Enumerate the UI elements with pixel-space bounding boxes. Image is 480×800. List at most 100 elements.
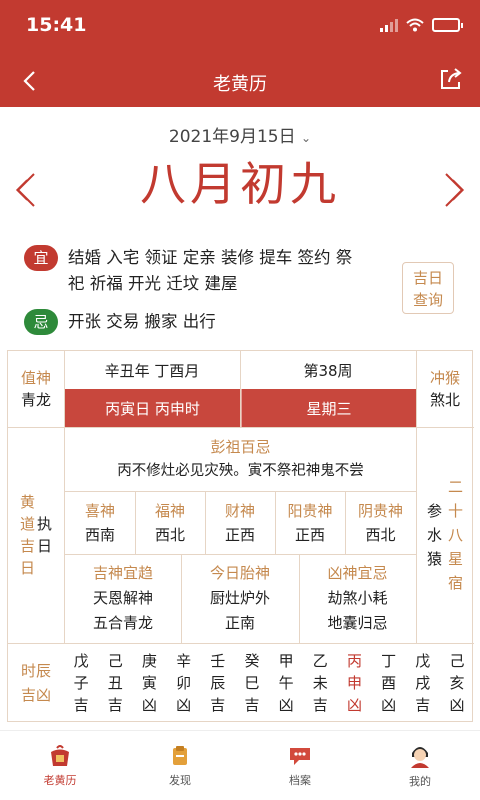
zhi-ri-label: 执日 [37,515,53,555]
hour-top: 丙 [346,652,362,670]
tab-discover-label: 发现 [169,773,191,787]
shichen-label: 时辰 吉凶 [20,662,51,704]
hour-bot: 吉 [73,696,89,714]
cellular-signal-icon [380,18,398,32]
duty-god-cell: 值神 青龙 [8,351,64,427]
hour-bot: 吉 [210,696,226,714]
hour-mid: 申 [346,674,362,692]
hour-bot: 吉 [244,696,260,714]
yi-badge: 宜 [24,245,58,271]
pengzu-text: 丙不修灶必见灾殃。寅不祭祀神鬼不尝 [117,463,364,479]
suitable-activities: 宜 结婚 入宅 领证 定亲 装修 提车 签约 祭 祀 祈福 开光 迁坟 建屋 [24,245,394,297]
taishen-cell: 今日胎神 厨灶炉外 正南 [209,564,270,632]
hour-list: 戊子吉己丑吉庚寅凶辛卯凶壬辰吉癸巳吉甲午凶乙未吉丙申凶丁酉凶戊戌吉己亥凶 [64,643,474,723]
page-title: 老黄历 [213,74,267,95]
hour-mid: 巳 [244,674,260,692]
battery-icon [432,18,463,32]
hour-top: 庚 [141,652,157,670]
share-button[interactable] [438,66,468,96]
jiri-label-2: 查询 [412,291,443,309]
sha-direction: 煞北 [429,391,460,409]
duty-god-label: 值神 [20,369,51,387]
mansion-label: 二十八星宿 [448,478,464,592]
weekday: 星期三 [241,389,416,427]
hour-column: 戊戌吉 [406,643,440,723]
discover-icon [173,745,187,765]
chevron-down-icon: ⌄ [301,131,312,145]
hour-column: 丁酉凶 [372,643,406,723]
day-hour-ganzhi: 丙寅日 丙申时 [65,389,240,427]
clash-cell: 冲猴 煞北 [416,351,474,427]
hour-mid: 辰 [210,674,226,692]
clash-label: 冲猴 [429,369,460,387]
hour-column: 乙未吉 [303,643,337,723]
hour-top: 戊 [415,652,431,670]
hour-bot: 吉 [415,696,431,714]
hour-mid: 子 [73,674,89,692]
hour-top: 丁 [381,652,397,670]
hour-bot: 凶 [141,696,157,714]
hour-column: 甲午凶 [269,643,303,723]
avoid-activities: 忌 开张 交易 搬家 出行 [24,309,394,335]
pengzu-cell: 彭祖百忌 丙不修灶必见灾殃。寅不祭祀神鬼不尝 [65,427,416,491]
hour-column: 癸巳吉 [235,643,269,723]
hour-column: 庚寅凶 [132,643,166,723]
profile-icon [411,746,429,768]
hour-column: 丙申凶 [337,643,371,723]
hour-column: 戊子吉 [64,643,98,723]
tab-almanac[interactable]: 老黄历 [0,731,120,800]
hour-mid: 酉 [381,674,397,692]
god-fushen: 福神 西北 [154,501,185,544]
hour-column: 辛卯凶 [167,643,201,723]
yi-line-2: 祀 祈福 开光 迁坟 建屋 [68,274,238,293]
hour-bot: 吉 [107,696,123,714]
tab-profile[interactable]: 我的 [360,731,480,800]
hour-bot: 凶 [449,696,465,714]
hour-top: 癸 [244,652,260,670]
god-caishen: 财神 正西 [224,501,255,544]
lunar-date: 八月初九 [140,157,340,211]
solar-date-selector[interactable]: 2021年9月15日 ⌄ [0,122,480,147]
status-icons [380,18,463,32]
tab-archive-label: 档案 [289,773,311,787]
auspicious-day-query-button[interactable]: 吉日 查询 [402,262,454,314]
hour-top: 己 [107,652,123,670]
jiri-label-1: 吉日 [412,269,443,287]
hour-bot: 凶 [278,696,294,714]
hour-column: 己亥凶 [440,643,474,723]
tab-archive[interactable]: 档案 [240,731,360,800]
hour-top: 己 [449,652,465,670]
hour-top: 辛 [176,652,192,670]
god-yingui: 阴贵神 西北 [357,501,403,544]
hour-mid: 卯 [176,674,192,692]
hour-top: 乙 [312,652,328,670]
pengzu-title: 彭祖百忌 [210,438,271,456]
archive-icon [290,747,310,765]
hour-column: 壬辰吉 [201,643,235,723]
next-day-arrow-icon[interactable] [442,170,468,210]
week-number: 第38周 [303,361,353,380]
xiongshen-cell: 凶神宜忌 劫煞小耗 地囊归忌 [327,564,388,632]
hour-bot: 凶 [346,696,362,714]
huangdao-label: 黄道吉日 [19,493,35,577]
mansion-name: 参水猿 [426,502,442,568]
hour-bot: 凶 [381,696,397,714]
tab-bar: 老黄历 发现 档案 我的 [0,730,480,800]
hour-mid: 未 [312,674,328,692]
yi-line-1: 结婚 入宅 领证 定亲 装修 提车 签约 祭 [68,248,353,267]
tab-almanac-label: 老黄历 [43,773,77,787]
god-yanggui: 阳贵神 正西 [287,501,333,544]
hour-top: 壬 [210,652,226,670]
status-time: 15:41 [26,14,87,36]
hour-bot: 吉 [312,696,328,714]
hour-top: 甲 [278,652,294,670]
ji-text: 开张 交易 搬家 出行 [68,312,216,331]
hour-mid: 午 [278,674,294,692]
year-month-ganzhi: 辛丑年 丁酉月 [104,361,200,380]
lunar-mansion-cell: 参水猿 二十八星宿 [416,427,474,643]
hour-mid: 寅 [141,674,157,692]
hour-bot: 凶 [176,696,192,714]
tab-profile-label: 我的 [409,774,431,788]
share-icon [441,68,462,89]
tab-discover[interactable]: 发现 [120,731,240,800]
